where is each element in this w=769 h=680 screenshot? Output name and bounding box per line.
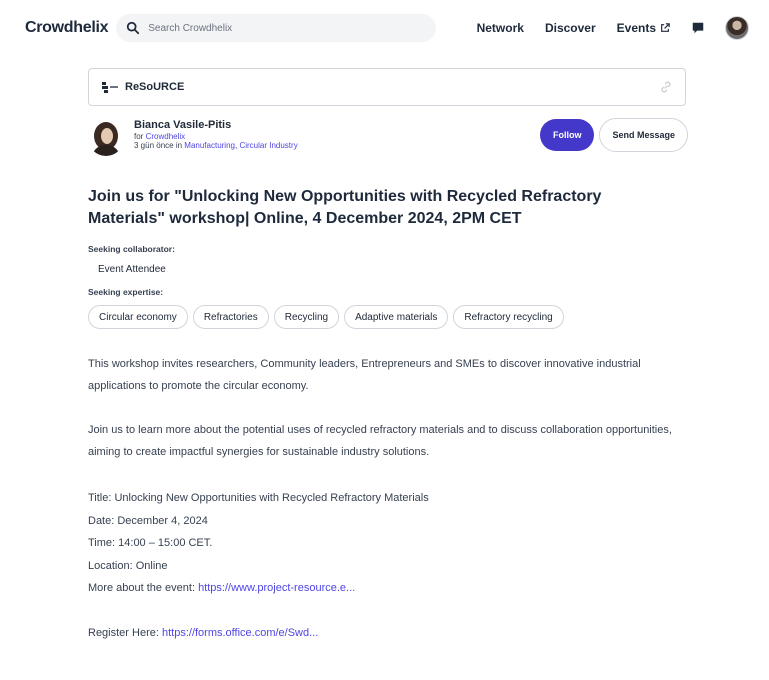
- post-meta: 3 gün önce in Manufacturing, Circular In…: [134, 141, 298, 150]
- nav-network[interactable]: Network: [477, 21, 524, 35]
- category-link-manufacturing[interactable]: Manufacturing: [184, 141, 235, 150]
- expertise-tags: Circular economy Refractories Recycling …: [88, 305, 688, 329]
- user-avatar[interactable]: [725, 16, 749, 40]
- search-icon: [127, 21, 140, 35]
- more-info-link[interactable]: https://www.project-resource.e...: [198, 582, 355, 594]
- event-title: Title: Unlocking New Opportunities with …: [88, 492, 429, 504]
- author-avatar[interactable]: [88, 120, 124, 156]
- tag-refractories[interactable]: Refractories: [192, 305, 269, 329]
- event-details: Title: Unlocking New Opportunities with …: [88, 487, 688, 644]
- logo[interactable]: Crowdhelix: [25, 19, 109, 37]
- author-info: Bianca Vasile-Pitis for Crowdhelix 3 gün…: [134, 119, 298, 150]
- link-icon[interactable]: [659, 80, 673, 94]
- tag-circular-economy[interactable]: Circular economy: [88, 305, 188, 329]
- main-nav: Network Discover Events: [456, 16, 749, 40]
- external-link-icon: [661, 23, 670, 32]
- search-box[interactable]: [116, 14, 437, 42]
- description-paragraph-1: This workshop invites researchers, Commu…: [88, 358, 641, 392]
- tag-adaptive-materials[interactable]: Adaptive materials: [344, 305, 449, 329]
- follow-button[interactable]: Follow: [539, 119, 595, 151]
- org-logo-icon: [102, 82, 118, 93]
- nav-events-label: Events: [616, 21, 656, 35]
- tag-refractory-recycling[interactable]: Refractory recycling: [453, 305, 564, 329]
- search-input[interactable]: [148, 22, 409, 34]
- author-actions: Follow Send Message: [539, 118, 688, 152]
- top-nav-bar: Crowdhelix Network Discover Events: [0, 0, 769, 56]
- author-for: for Crowdhelix: [134, 132, 298, 141]
- post-title: Join us for "Unlocking New Opportunities…: [88, 188, 602, 227]
- post-time: 3 gün önce in: [134, 140, 183, 150]
- seeking-expertise-label: Seeking expertise:: [88, 287, 164, 297]
- author-row: Bianca Vasile-Pitis for Crowdhelix 3 gün…: [88, 118, 688, 160]
- more-info-label: More about the event:: [88, 582, 196, 594]
- author-for-prefix: for: [134, 131, 144, 141]
- event-time: Time: 14:00 – 15:00 CET.: [88, 537, 213, 549]
- nav-events[interactable]: Events: [617, 21, 670, 35]
- author-name[interactable]: Bianca Vasile-Pitis: [134, 119, 298, 132]
- tag-recycling[interactable]: Recycling: [273, 305, 340, 329]
- description-paragraph-2: Join us to learn more about the potentia…: [88, 424, 672, 458]
- register-label: Register Here:: [88, 626, 159, 639]
- event-date: Date: December 4, 2024: [88, 514, 208, 527]
- category-separator: ,: [234, 140, 238, 150]
- organization-banner[interactable]: ReSoURCE: [88, 68, 686, 106]
- seeking-collaborator-label: Seeking collaborator:: [88, 244, 175, 254]
- nav-discover[interactable]: Discover: [545, 21, 596, 35]
- event-location: Location: Online: [88, 559, 168, 572]
- org-name: ReSoURCE: [125, 81, 185, 93]
- send-message-button[interactable]: Send Message: [599, 118, 688, 152]
- post-content: ReSoURCE Bianca Vasile-Pitis for Crowdhe…: [88, 68, 688, 644]
- author-photo: [88, 120, 124, 156]
- author-org-link[interactable]: Crowdhelix: [146, 132, 186, 141]
- event-register: Register Here: https://forms.office.com/…: [88, 622, 688, 645]
- collaborator-type: Event Attendee: [98, 264, 166, 275]
- event-more-info: More about the event: https://www.projec…: [88, 577, 688, 600]
- register-link[interactable]: https://forms.office.com/e/Swd...: [162, 627, 318, 639]
- chat-icon[interactable]: [691, 21, 705, 35]
- category-link-circular-industry[interactable]: Circular Industry: [239, 141, 297, 150]
